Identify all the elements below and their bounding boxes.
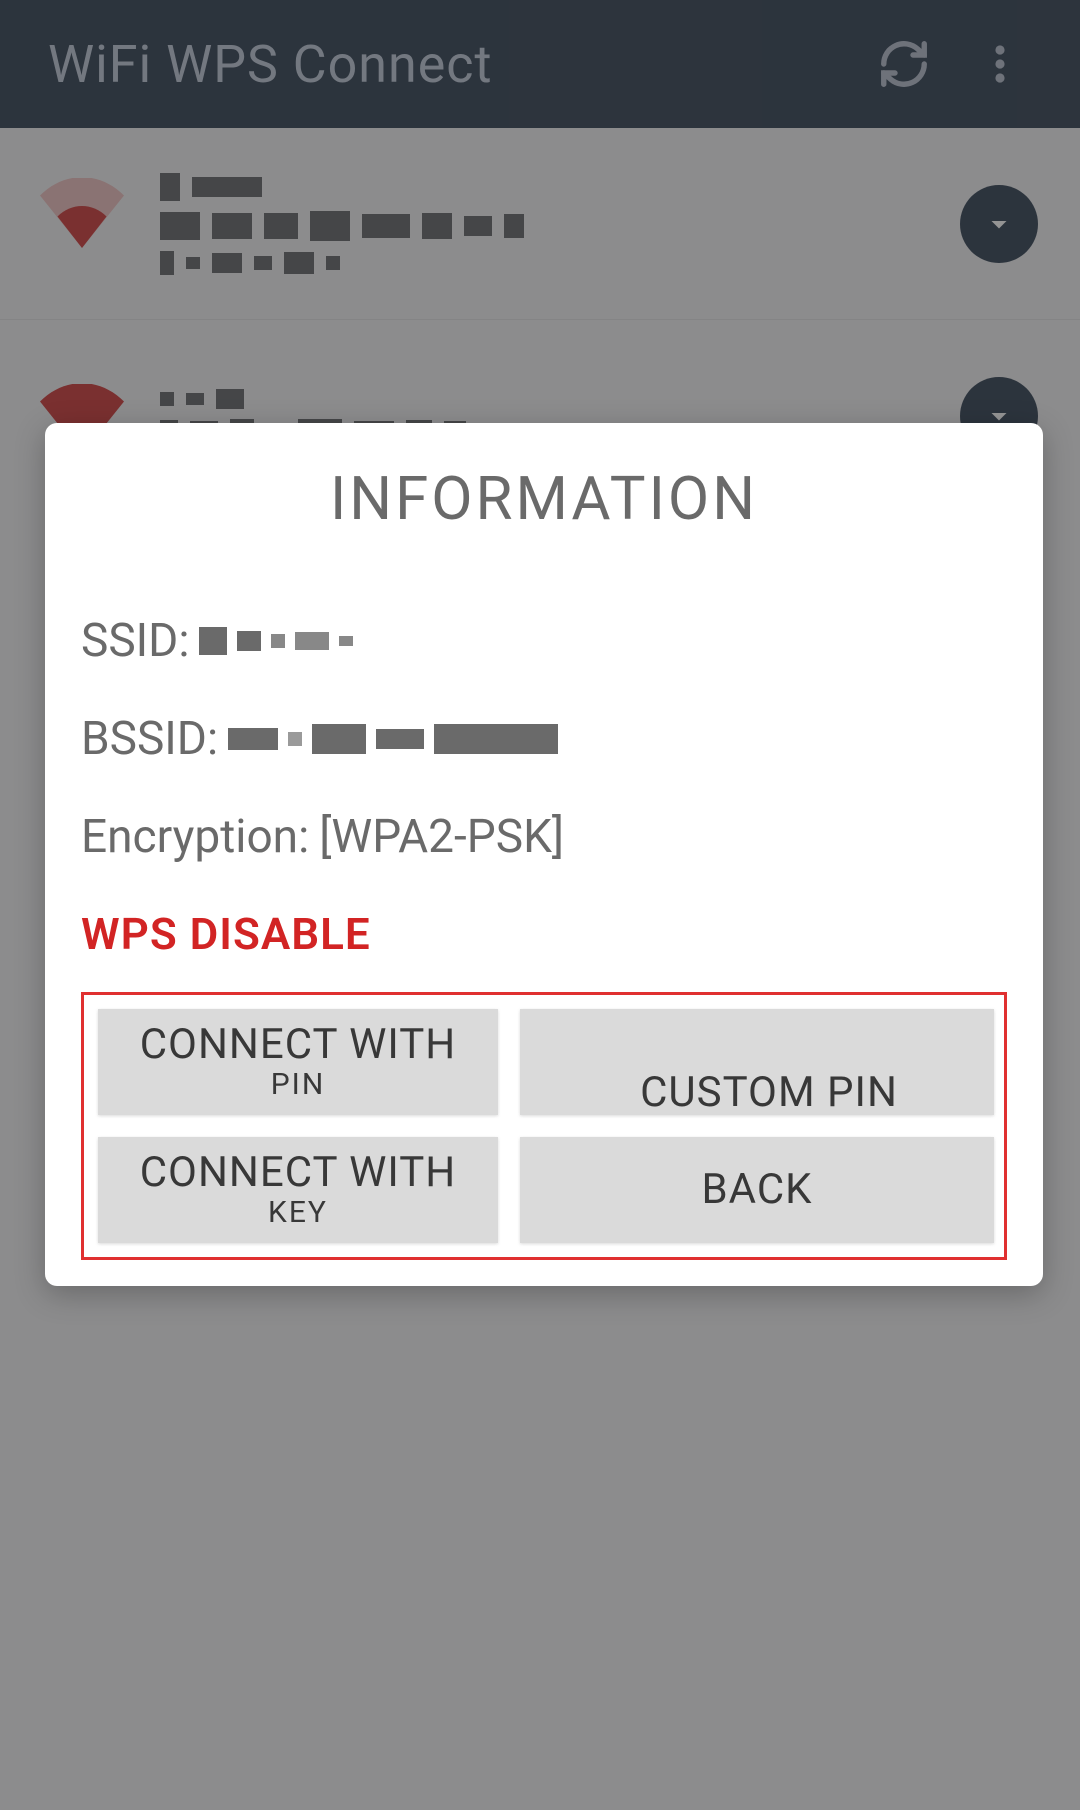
encryption-value: [WPA2-PSK] [319, 810, 564, 864]
button-sublabel: KEY [268, 1197, 328, 1229]
wps-status: WPS DISABLE [81, 908, 1007, 960]
bssid-value-redacted [228, 724, 558, 754]
ssid-label: SSID: [81, 614, 189, 668]
ssid-value-redacted [199, 627, 353, 655]
button-label: CONNECT WITH [140, 1151, 457, 1195]
button-label: BACK [701, 1168, 812, 1212]
information-dialog: INFORMATION SSID: BSSID: Encrypti [45, 423, 1043, 1286]
button-sublabel: PIN [271, 1069, 326, 1101]
ssid-row: SSID: [81, 614, 1007, 668]
back-button[interactable]: BACK [520, 1137, 994, 1243]
button-label: CONNECT WITH [140, 1023, 457, 1067]
encryption-label: Encryption: [81, 810, 309, 864]
custom-pin-button[interactable]: CUSTOM PIN [520, 1009, 994, 1115]
bssid-row: BSSID: [81, 712, 1007, 766]
encryption-row: Encryption: [WPA2-PSK] [81, 810, 1007, 864]
connect-with-pin-button[interactable]: CONNECT WITH PIN [98, 1009, 498, 1115]
dialog-title: INFORMATION [75, 463, 1013, 534]
bssid-label: BSSID: [81, 712, 218, 766]
button-label: CUSTOM PIN [640, 1071, 898, 1115]
actions-highlight-box: CONNECT WITH PIN CUSTOM PIN CONNECT WITH… [81, 992, 1007, 1260]
connect-with-key-button[interactable]: CONNECT WITH KEY [98, 1137, 498, 1243]
